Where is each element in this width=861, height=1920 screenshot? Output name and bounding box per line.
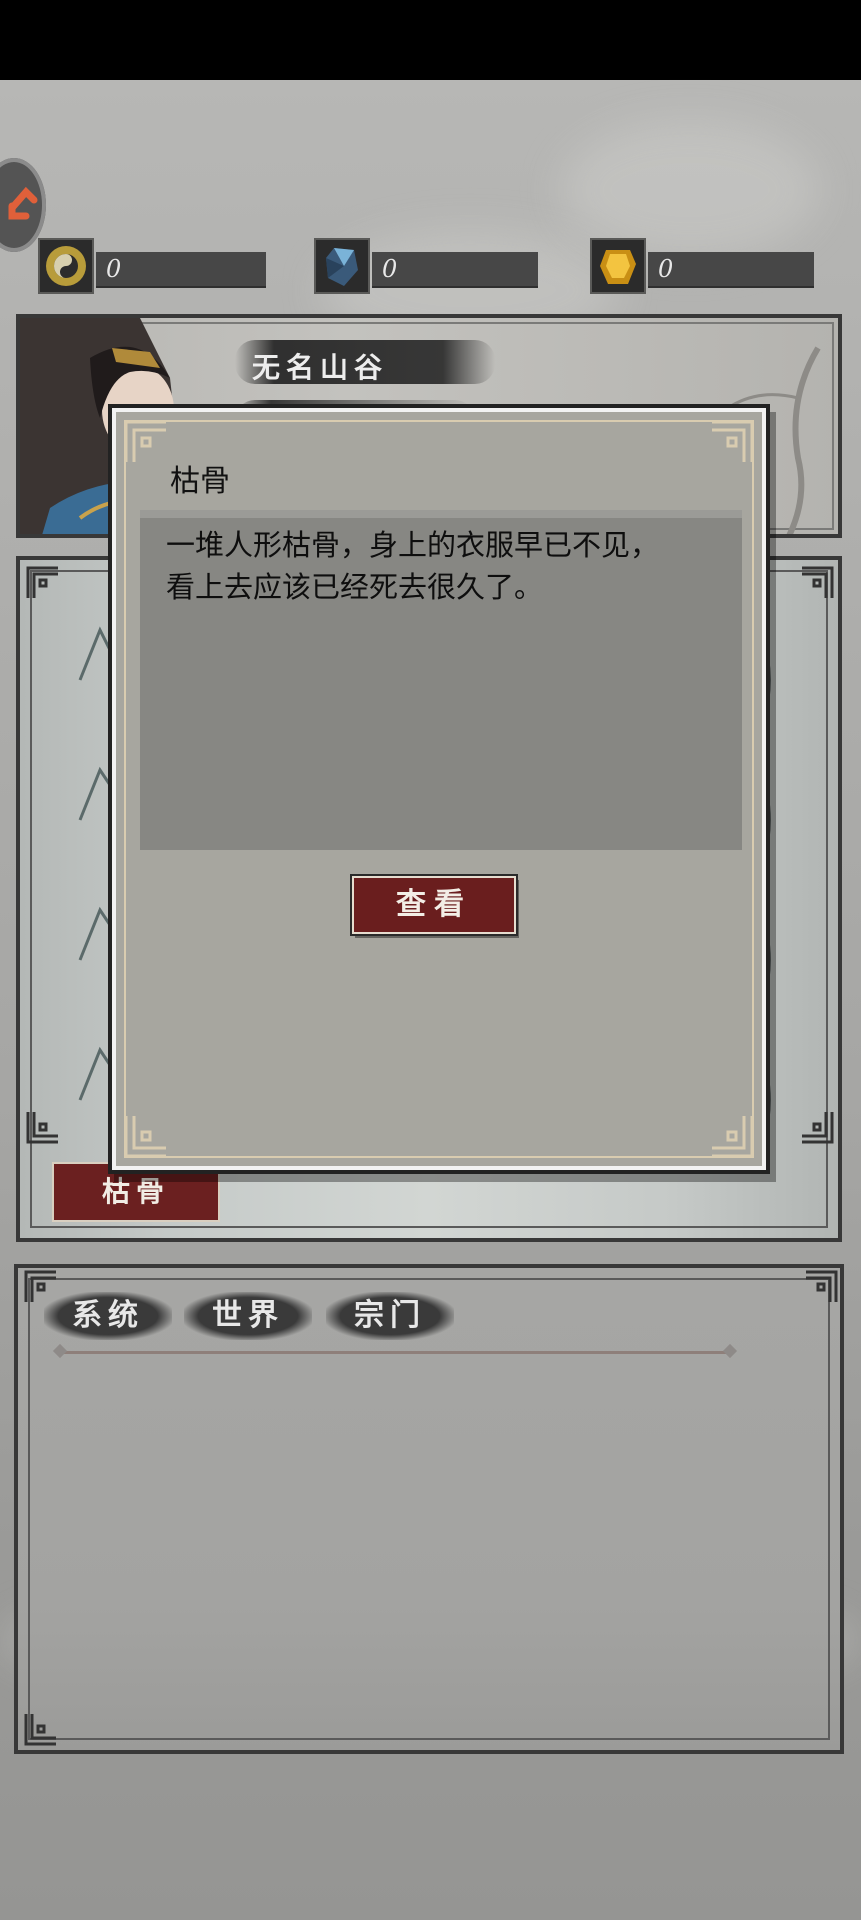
description-box: 一堆人形枯骨，身上的衣服早已不见， 看上去应该已经死去很久了。 (140, 510, 742, 850)
dialog-corner-ornament (124, 420, 166, 462)
description-text: 一堆人形枯骨，身上的衣服早已不见， 看上去应该已经死去很久了。 (166, 528, 660, 604)
dialog-corner-ornament (124, 1116, 166, 1158)
dialog-corner-ornament (712, 1116, 754, 1158)
view-button[interactable]: 查看 (350, 874, 518, 936)
status-bar (0, 0, 861, 80)
dialog-title: 枯骨 (170, 464, 230, 499)
object-dialog: 枯骨 一堆人形枯骨，身上的衣服早已不见， 看上去应该已经死去很久了。 查看 (108, 404, 770, 1174)
dialog-corner-ornament (712, 420, 754, 462)
